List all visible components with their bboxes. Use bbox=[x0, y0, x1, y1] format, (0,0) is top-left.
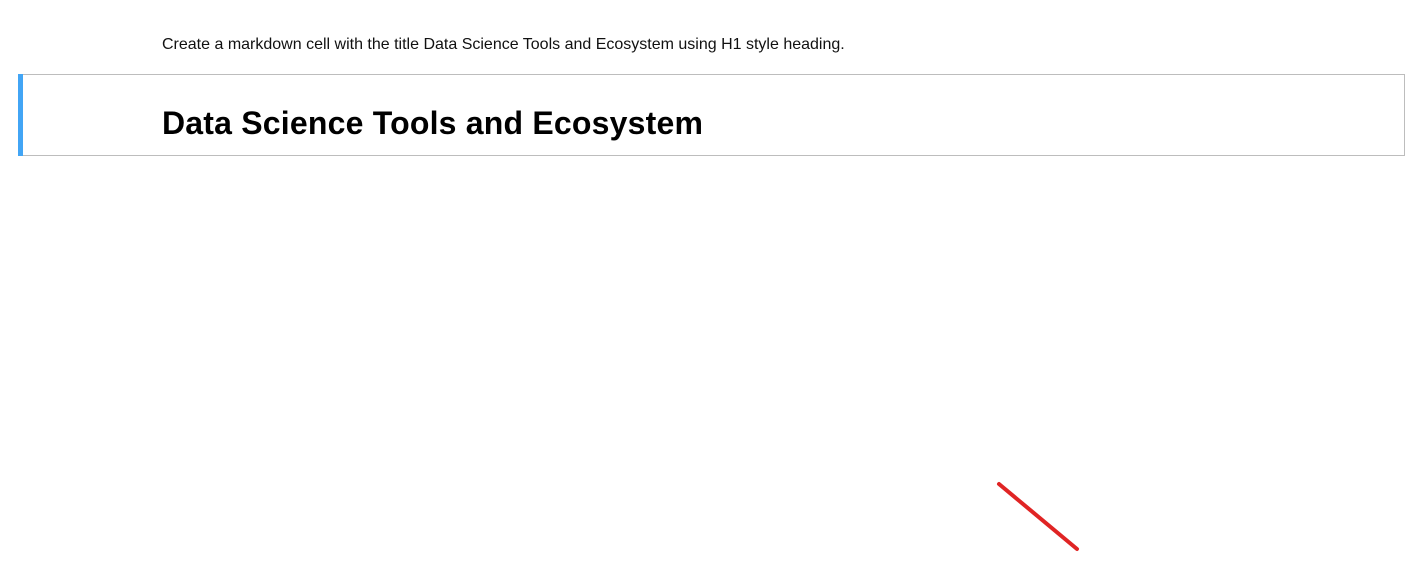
annotation-line bbox=[997, 482, 1079, 551]
instruction-text: Create a markdown cell with the title Da… bbox=[162, 36, 845, 53]
heading-markdown-cell[interactable]: Data Science Tools and Ecosystem bbox=[18, 74, 1405, 156]
notebook-area: Create a markdown cell with the title Da… bbox=[0, 0, 1412, 573]
page-title: Data Science Tools and Ecosystem bbox=[162, 105, 704, 141]
cell-selection-indicator bbox=[18, 74, 23, 156]
instruction-markdown-cell[interactable]: Create a markdown cell with the title Da… bbox=[18, 28, 1406, 64]
